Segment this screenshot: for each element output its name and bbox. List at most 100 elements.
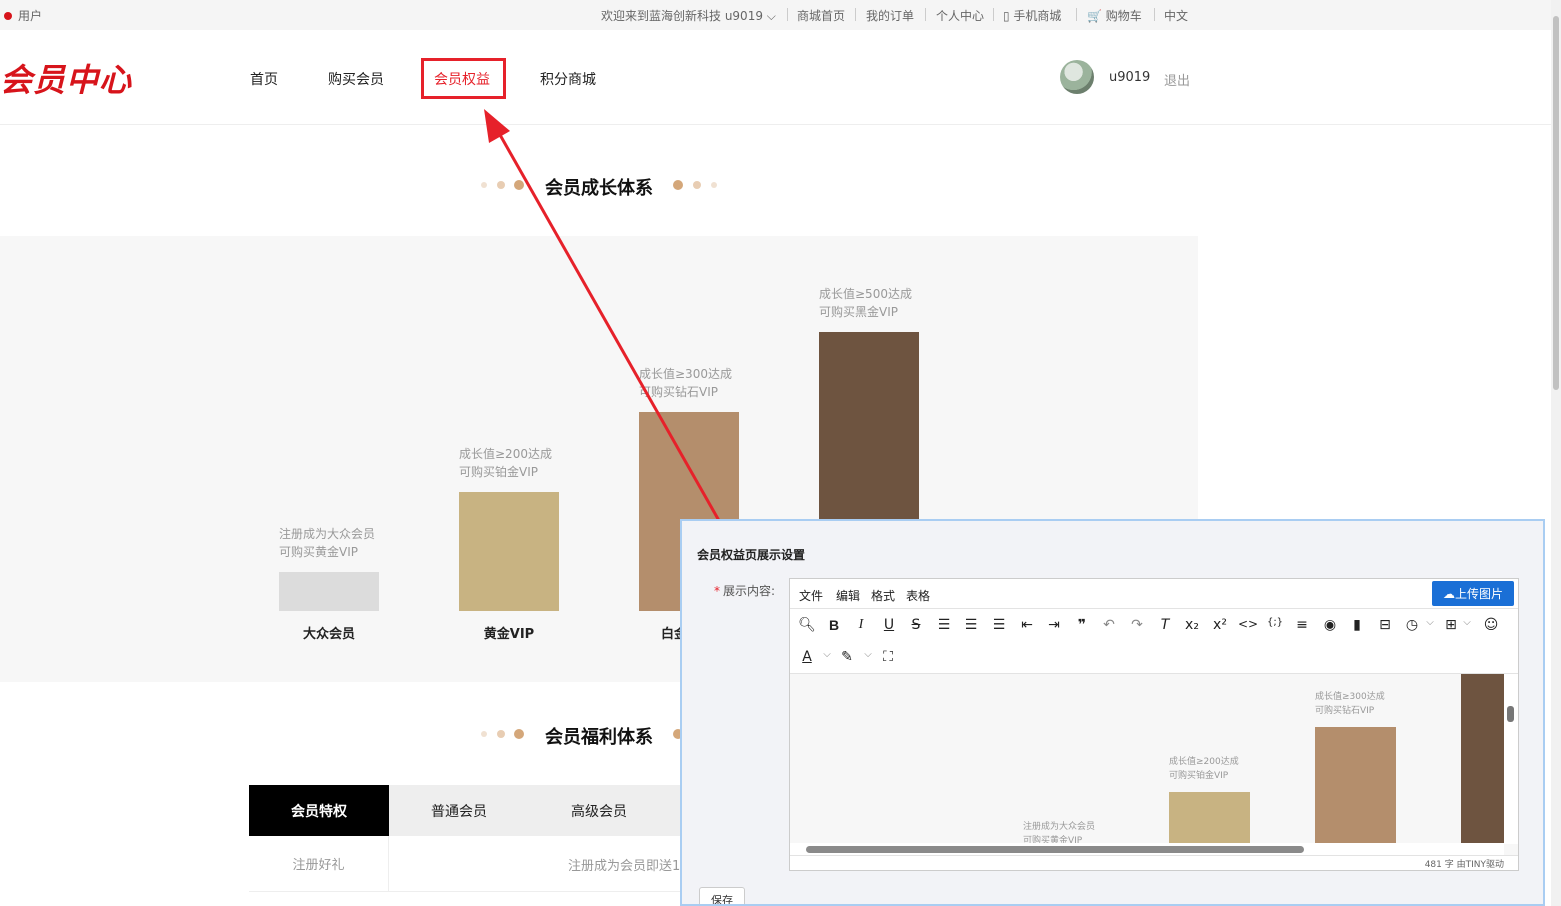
superscript-icon[interactable]: x² xyxy=(1211,617,1229,633)
username: u9019 xyxy=(1109,70,1151,85)
tier-name: 大众会员 xyxy=(302,627,355,642)
growth-title: 会员成长体系 xyxy=(545,178,653,199)
editor-vertical-scrollbar[interactable] xyxy=(1504,674,1518,844)
clear-format-icon[interactable]: T xyxy=(1156,617,1174,633)
table-header-normal: 普通会员 xyxy=(431,803,487,820)
code-icon[interactable]: <> xyxy=(1238,617,1258,631)
preview-caption-line: 成长值≥200达成 xyxy=(1169,757,1239,767)
title-dot xyxy=(693,181,701,189)
tier-caption: 注册成为大众会员 可购买黄金VIP xyxy=(279,525,375,561)
chevron-down-icon[interactable]: ⌵ xyxy=(1458,617,1476,628)
editor-content[interactable]: 注册成为大众会员 可购买黄金VIP 成长值≥200达成 可购买铂金VIP 成长值… xyxy=(790,674,1518,855)
preview-bar xyxy=(1169,792,1250,843)
cart-link[interactable]: 🛒 购物车 xyxy=(1087,7,1142,24)
nav-home[interactable]: 首页 xyxy=(250,69,278,89)
chevron-down-icon[interactable]: ⌵ xyxy=(859,649,877,660)
preview-caption: 成长值≥300达成 可购买钻石VIP xyxy=(1315,690,1385,718)
title-dot xyxy=(481,731,487,737)
highlight-icon[interactable]: ✎ xyxy=(838,649,856,665)
personal-center-link[interactable]: 个人中心 xyxy=(936,7,984,24)
bold-icon[interactable]: B xyxy=(825,617,843,633)
chevron-down-icon[interactable]: ⌵ xyxy=(1421,617,1439,628)
chevron-down-icon[interactable]: ⌵ xyxy=(818,649,836,660)
preview-caption: 成长值≥200达成 可购买铂金VIP xyxy=(1169,755,1239,783)
indent-icon[interactable]: ⇥ xyxy=(1045,617,1063,633)
menu-edit[interactable]: 编辑 xyxy=(836,587,860,604)
editor-vertical-scrollbar-thumb[interactable] xyxy=(1507,706,1514,722)
my-orders-link[interactable]: 我的订单 xyxy=(866,7,914,24)
page-break-icon[interactable]: ⊟ xyxy=(1376,617,1394,633)
preview-caption-line: 可购买铂金VIP xyxy=(1169,771,1229,781)
page-scrollbar-thumb[interactable] xyxy=(1553,16,1559,390)
title-dot xyxy=(514,729,524,739)
menu-format[interactable]: 格式 xyxy=(871,587,895,604)
word-count-status: 481 字 由TINY驱动 xyxy=(1424,860,1504,870)
required-marker: * xyxy=(714,584,720,598)
align-center-icon[interactable]: ☰ xyxy=(962,617,980,633)
tier-caption-line: 成长值≥300达成 xyxy=(639,367,732,381)
underline-icon[interactable]: U xyxy=(880,617,898,633)
datetime-icon[interactable]: ◷ xyxy=(1403,617,1421,633)
title-dot xyxy=(497,181,505,189)
tier-caption-line: 成长值≥500达成 xyxy=(819,287,912,301)
strikethrough-icon[interactable]: S xyxy=(907,617,925,633)
align-right-icon[interactable]: ☰ xyxy=(990,617,1008,633)
numbered-list-icon[interactable]: ≡ xyxy=(1293,617,1311,633)
blockquote-icon[interactable]: ❞ xyxy=(1073,617,1091,633)
preview-bar xyxy=(1315,727,1396,843)
code-sample-icon[interactable]: {;} xyxy=(1266,617,1284,628)
page-root: 用户 欢迎来到蓝海创新科技 u9019 ⌵ 商城首页 我的订单 个人中心 ▯ 手… xyxy=(0,0,1561,906)
nav-points-mall[interactable]: 积分商城 xyxy=(540,69,596,89)
editor-statusbar: 481 字 由TINY驱动 xyxy=(790,855,1518,870)
title-dot xyxy=(711,182,717,188)
emoji-icon[interactable]: ☺ xyxy=(1482,617,1500,633)
user-marker-icon xyxy=(4,12,12,20)
page-scrollbar[interactable] xyxy=(1551,0,1561,906)
welcome-dropdown[interactable]: 欢迎来到蓝海创新科技 u9019 ⌵ xyxy=(601,7,776,24)
site-logo[interactable]: 会员中心 xyxy=(0,55,132,101)
title-dot xyxy=(481,182,487,188)
subscript-icon[interactable]: x₂ xyxy=(1183,617,1201,633)
tier-caption: 成长值≥500达成 可购买黑金VIP xyxy=(819,285,912,321)
table-row-label: 注册好礼 xyxy=(249,836,389,892)
language-link[interactable]: 中文 xyxy=(1164,7,1188,24)
bookmark-icon[interactable]: ▮ xyxy=(1348,617,1366,633)
tier-name: 黄金VIP xyxy=(483,627,535,642)
outdent-icon[interactable]: ⇤ xyxy=(1018,617,1036,633)
user-entry[interactable]: 用户 xyxy=(4,7,42,24)
nav-buy-membership[interactable]: 购买会员 xyxy=(328,69,384,89)
benefits-title: 会员福利体系 xyxy=(545,727,653,748)
menu-table[interactable]: 表格 xyxy=(906,587,930,604)
italic-icon[interactable]: I xyxy=(852,617,870,633)
menu-file[interactable]: 文件 xyxy=(799,587,823,604)
top-divider xyxy=(925,8,926,21)
tier-bar xyxy=(459,492,559,611)
tier-caption-line: 可购买黄金VIP xyxy=(279,545,358,559)
content-field-label: * 展示内容: xyxy=(714,582,775,599)
save-button[interactable]: 保存 xyxy=(699,887,745,904)
upload-image-button[interactable]: ☁上传图片 xyxy=(1432,581,1514,606)
top-bar: 用户 欢迎来到蓝海创新科技 u9019 ⌵ 商城首页 我的订单 个人中心 ▯ 手… xyxy=(0,0,1561,30)
mobile-mall-link[interactable]: ▯ 手机商城 xyxy=(1003,7,1061,24)
preview-icon[interactable]: ◉ xyxy=(1321,617,1339,633)
tier-caption-line: 注册成为大众会员 xyxy=(279,527,376,541)
top-divider xyxy=(787,8,788,21)
editor-horizontal-scrollbar[interactable] xyxy=(790,843,1504,855)
align-left-icon[interactable]: ☰ xyxy=(935,617,953,633)
editor-horizontal-scrollbar-thumb[interactable] xyxy=(806,846,1304,853)
undo-icon[interactable]: ↶ xyxy=(1100,617,1118,633)
avatar[interactable] xyxy=(1060,60,1094,94)
text-color-icon[interactable]: A xyxy=(798,649,816,665)
mall-home-link[interactable]: 商城首页 xyxy=(797,7,845,24)
tier-caption-line: 可购买黑金VIP xyxy=(819,305,898,319)
search-icon[interactable]: 🔍︎ xyxy=(798,617,816,633)
rich-text-editor[interactable]: 文件 编辑 格式 表格 ☁上传图片 🔍︎ B I U S ☰ ☰ ☰ ⇤ ⇥ ❞… xyxy=(789,578,1519,871)
preview-bar xyxy=(1461,674,1504,843)
redo-icon[interactable]: ↷ xyxy=(1128,617,1146,633)
logout-link[interactable]: 退出 xyxy=(1164,70,1190,89)
user-label: 用户 xyxy=(18,9,43,23)
tier-caption: 成长值≥300达成 可购买钻石VIP xyxy=(639,365,732,401)
title-dot xyxy=(673,180,683,190)
tier-bar xyxy=(279,572,379,611)
fullscreen-icon[interactable]: ⛶ xyxy=(879,649,897,665)
